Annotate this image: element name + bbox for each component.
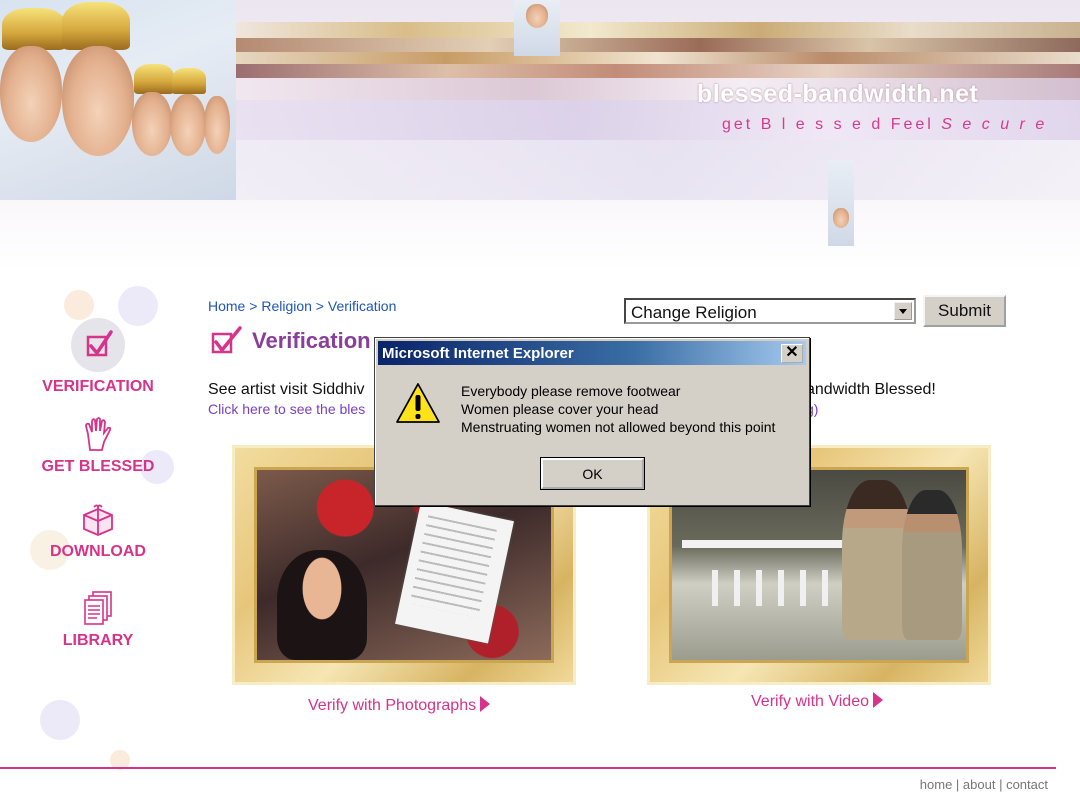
intro-text: See artist visit Siddhiv xyxy=(208,381,365,398)
site-tagline: get B l e s s e d Feel S e c u r e xyxy=(722,116,1047,134)
tagline-secure: S e c u r e xyxy=(941,116,1048,133)
alert-message: Everybody please remove footwear Women p… xyxy=(461,382,775,436)
deity-face xyxy=(0,46,62,142)
sidebar-item-library[interactable]: LIBRARY xyxy=(0,590,196,650)
sidebar-item-label: VERIFICATION xyxy=(42,378,154,395)
crown-shape xyxy=(2,8,66,50)
alert-dialog: Microsoft Internet Explorer ✕ Everybody … xyxy=(374,337,810,506)
verify-video-link[interactable]: Verify with Video xyxy=(751,692,883,711)
intro-text-continued: andwidth Blessed! xyxy=(806,381,936,398)
change-religion-select[interactable]: Change Religion xyxy=(624,298,916,324)
alert-message-line: Everybody please remove footwear xyxy=(461,383,681,399)
breadcrumb-separator: > xyxy=(245,298,262,314)
deity-face xyxy=(170,94,206,156)
footer-separator: | xyxy=(995,777,1007,792)
crown-shape xyxy=(172,68,206,94)
checkmark-icon xyxy=(210,326,246,360)
page-title: Verification xyxy=(252,328,371,353)
documents-icon xyxy=(83,590,113,626)
deity-face xyxy=(204,96,230,154)
submit-button[interactable]: Submit xyxy=(923,295,1006,327)
alert-title: Microsoft Internet Explorer xyxy=(382,345,574,362)
alert-message-line: Menstruating women not allowed beyond th… xyxy=(461,419,776,435)
verify-photographs-link[interactable]: Verify with Photographs xyxy=(308,696,491,715)
video-person xyxy=(902,490,962,640)
warning-icon xyxy=(395,382,441,429)
sidebar-item-get-blessed[interactable]: GET BLESSED xyxy=(0,416,196,476)
footer-separator: | xyxy=(952,777,963,792)
deity-face xyxy=(132,92,172,156)
footer-links: home | about | contact xyxy=(920,777,1048,792)
banner-stripe xyxy=(236,38,1080,52)
banner-stripe xyxy=(236,52,1080,64)
sidebar-item-verification[interactable]: VERIFICATION xyxy=(0,318,196,396)
site-title: blessed-bandwidth.net xyxy=(697,80,979,108)
footer-contact-link[interactable]: contact xyxy=(1006,777,1048,792)
banner-stripe xyxy=(236,22,1080,38)
breadcrumb-separator: > xyxy=(311,298,328,314)
sidebar-item-download[interactable]: DOWNLOAD xyxy=(0,503,196,561)
blessing-hand-icon xyxy=(81,416,115,452)
photo-person xyxy=(277,550,367,660)
deity-thumbnail xyxy=(828,160,854,246)
page-heading: Verification xyxy=(210,324,371,361)
blessing-link[interactable]: Click here to see the bles xyxy=(208,401,365,417)
bokeh-decoration xyxy=(64,290,94,320)
deity-thumbnail xyxy=(514,0,560,56)
dropdown-arrow-icon[interactable] xyxy=(894,302,912,320)
ok-button[interactable]: OK xyxy=(540,457,645,490)
crown-shape xyxy=(62,2,130,50)
deity-face xyxy=(62,46,134,156)
breadcrumb-religion[interactable]: Religion xyxy=(261,298,312,314)
verify-photographs-label: Verify with Photographs xyxy=(308,697,477,714)
footer-home-link[interactable]: home xyxy=(920,777,953,792)
breadcrumb-home[interactable]: Home xyxy=(208,298,245,314)
header-banner: blessed-bandwidth.net get B l e s s e d … xyxy=(0,0,1080,270)
sidebar-item-label: GET BLESSED xyxy=(41,458,155,475)
alert-message-line: Women please cover your head xyxy=(461,401,659,417)
alert-titlebar[interactable]: Microsoft Internet Explorer ✕ xyxy=(378,341,806,365)
sidebar-item-label: LIBRARY xyxy=(62,632,134,649)
banner-stripe xyxy=(236,140,1080,200)
breadcrumb-verification[interactable]: Verification xyxy=(328,298,396,314)
sidebar-nav: VERIFICATION GET BLESSED DOWNLOAD LIBRAR… xyxy=(0,270,200,770)
play-arrow-icon xyxy=(873,692,883,708)
crown-shape xyxy=(134,64,174,94)
bokeh-decoration xyxy=(40,700,80,740)
breadcrumb: Home > Religion > Verification xyxy=(208,298,396,314)
footer-divider xyxy=(0,767,1056,769)
gift-box-icon xyxy=(80,503,116,537)
checkmark-icon xyxy=(71,318,125,372)
close-button[interactable]: ✕ xyxy=(781,344,803,363)
footer-about-link[interactable]: about xyxy=(963,777,996,792)
tagline-text: get B l e s s e d Feel xyxy=(722,116,942,133)
banner-stripe xyxy=(236,64,1080,78)
select-value: Change Religion xyxy=(631,303,757,322)
play-arrow-icon xyxy=(480,696,491,712)
deity-image xyxy=(0,0,236,200)
sidebar-item-label: DOWNLOAD xyxy=(50,543,146,560)
verify-video-label: Verify with Video xyxy=(751,693,869,710)
